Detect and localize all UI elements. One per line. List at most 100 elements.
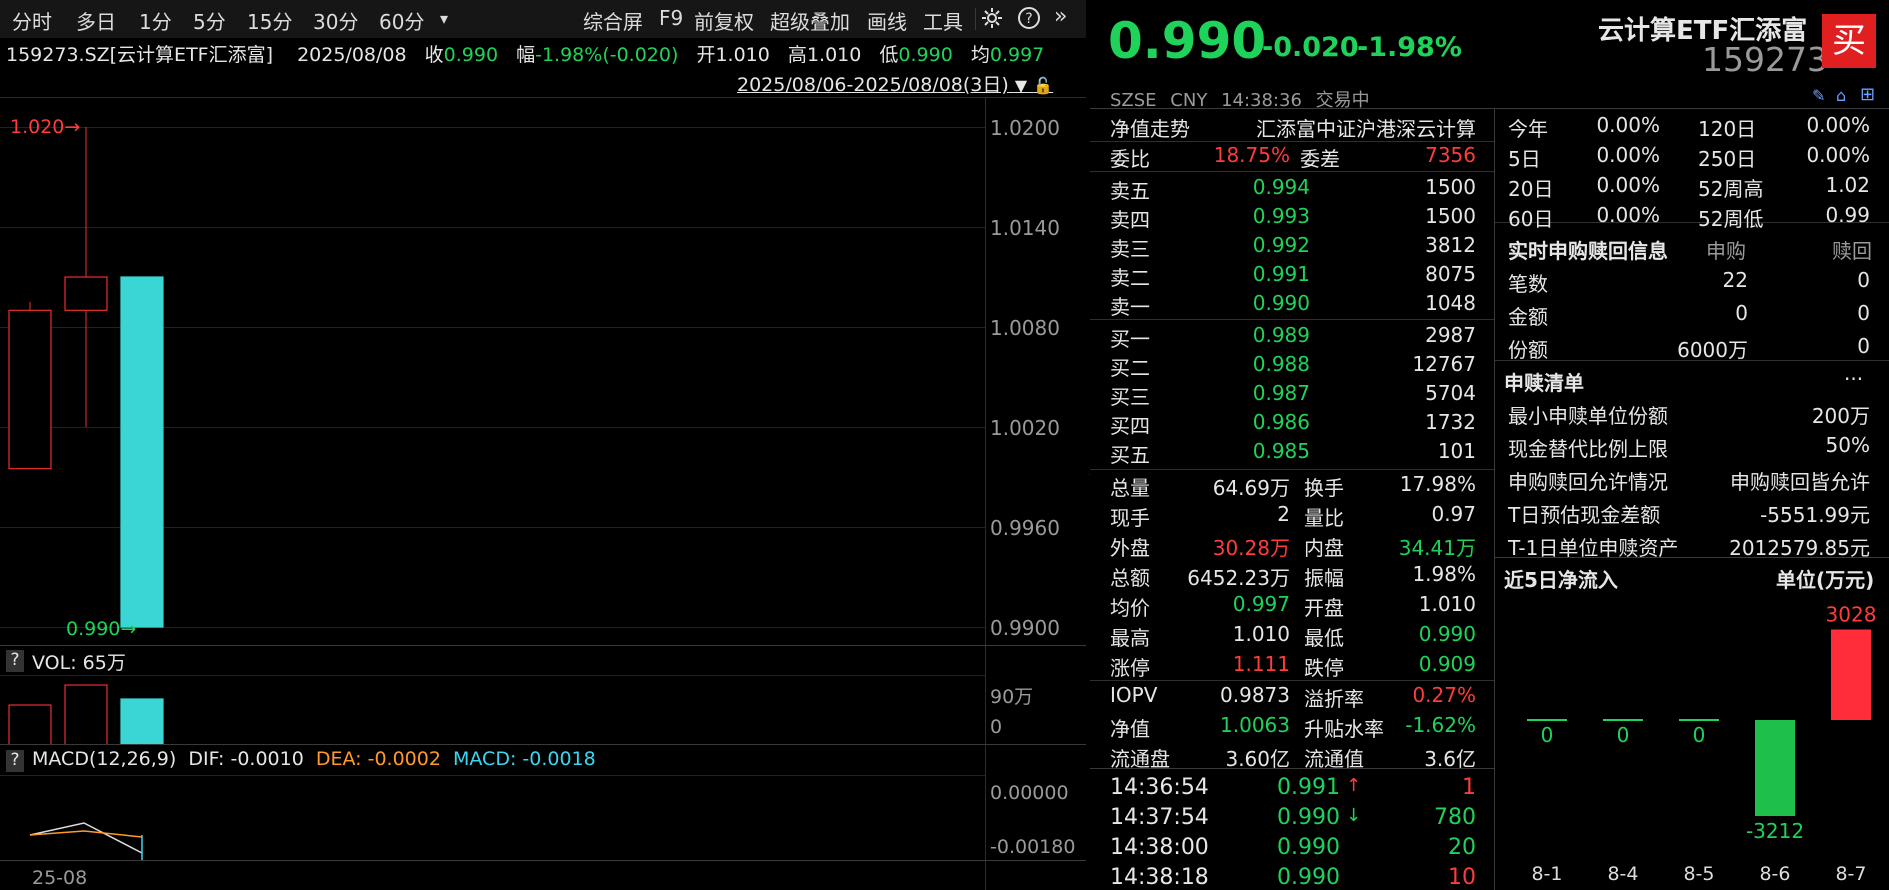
flow-value-label: 0	[1617, 723, 1630, 747]
stat-label: 现手	[1110, 506, 1150, 530]
tab-multiday[interactable]: 多日	[76, 6, 116, 35]
ask-volume: 1048	[1425, 291, 1476, 315]
edit-icon[interactable]: ✎	[1812, 86, 1825, 105]
gear-icon[interactable]	[980, 6, 1004, 35]
stat-value: 0.990	[1418, 622, 1476, 646]
creation-subscribe-value: 0	[1735, 301, 1748, 325]
tick-price: 0.990	[1277, 835, 1340, 860]
stat-label: 开盘	[1304, 596, 1344, 620]
vol-axis-bottom: 0	[990, 716, 1003, 738]
tick-time: 14:36:54	[1110, 775, 1209, 800]
ask-price[interactable]: 0.992	[1210, 233, 1310, 257]
high-marker-label: 1.020	[10, 116, 65, 138]
bid-volume: 12767	[1412, 352, 1476, 376]
pcf-row-label: 最小申赎单位份额	[1508, 404, 1668, 428]
composite-screen-button[interactable]: 综合屏	[583, 6, 643, 35]
bid-volume: 1732	[1425, 410, 1476, 434]
buy-button[interactable]: 买	[1822, 14, 1876, 68]
tab-15min[interactable]: 15分	[247, 6, 292, 35]
stat-value: 0.9873	[1220, 683, 1290, 707]
tick-time: 14:38:18	[1110, 865, 1209, 890]
ask-price[interactable]: 0.991	[1210, 262, 1310, 286]
stat-label: 总额	[1110, 566, 1150, 590]
f9-button[interactable]: F9	[659, 6, 683, 30]
creation-col-redeem: 赎回	[1832, 239, 1872, 263]
vol-axis-top: 90万	[990, 686, 1034, 708]
tab-intraday[interactable]: 分时	[12, 6, 52, 35]
tick-time: 14:37:54	[1110, 805, 1209, 830]
stat-label: 外盘	[1110, 536, 1150, 560]
ask-label: 卖一	[1110, 295, 1150, 319]
volume-bar	[8, 704, 52, 745]
svg-text:?: ?	[1025, 11, 1032, 27]
forward-adjust-button[interactable]: 前复权	[694, 6, 754, 35]
pcf-more-button[interactable]: ···	[1844, 367, 1863, 391]
macd-help-button[interactable]: ?	[6, 750, 24, 772]
tab-60min[interactable]: 60分	[379, 6, 424, 35]
chart-toolbar: 分时 多日 1分 5分 15分 30分 60分 ▾ 综合屏 F9 前复权 超级叠…	[0, 0, 1086, 39]
candle-body	[8, 309, 52, 470]
stat-label: 净值	[1110, 717, 1150, 741]
stat-value: 30.28万	[1212, 536, 1290, 560]
perf-label: 52周低	[1698, 207, 1764, 231]
draw-line-button[interactable]: 画线	[867, 6, 907, 35]
stat-value: 0.27%	[1412, 683, 1476, 707]
stat-value: 64.69万	[1212, 476, 1290, 500]
macd-dif-line	[29, 822, 143, 854]
last-price: 0.990	[1108, 12, 1267, 70]
creation-subscribe-value: 22	[1722, 268, 1748, 292]
add-icon[interactable]: ⊞	[1860, 84, 1875, 105]
volume-bar	[120, 698, 164, 745]
bid-price[interactable]: 0.989	[1210, 323, 1310, 347]
tab-30min[interactable]: 30分	[313, 6, 358, 35]
pcf-row-label: 现金替代比例上限	[1508, 437, 1668, 461]
lock-icon[interactable]: 🔓	[1033, 76, 1053, 95]
expand-icon[interactable]: »	[1054, 4, 1067, 29]
tab-1min[interactable]: 1分	[139, 6, 172, 35]
tools-button[interactable]: 工具	[923, 6, 963, 35]
help-icon[interactable]: ?	[1017, 6, 1041, 35]
ask-price[interactable]: 0.993	[1210, 204, 1310, 228]
candlestick-plot	[8, 127, 164, 628]
volume-bar	[64, 684, 108, 745]
tick-volume: 10	[1448, 865, 1476, 890]
triangle-down-icon[interactable]: ▼	[1015, 76, 1027, 95]
stat-label: 升贴水率	[1304, 717, 1384, 741]
ask-price[interactable]: 0.990	[1210, 291, 1310, 315]
stat-value: 3.6亿	[1424, 747, 1476, 771]
stat-value: 1.010	[1418, 592, 1476, 616]
stat-value: 6452.23万	[1187, 566, 1290, 590]
stat-label: 量比	[1304, 506, 1344, 530]
more-periods-dropdown[interactable]: ▾	[440, 9, 448, 28]
price-axis-label: 0.9960	[990, 516, 1060, 540]
flow-title: 近5日净流入	[1504, 568, 1618, 592]
pcf-title: 申赎清单	[1504, 371, 1584, 395]
tab-5min[interactable]: 5分	[193, 6, 226, 35]
bid-label: 买三	[1110, 385, 1150, 409]
bid-price[interactable]: 0.986	[1210, 410, 1310, 434]
tick-volume: 780	[1434, 805, 1476, 830]
pcf-row-value: 2012579.85元	[1729, 536, 1870, 560]
bid-price[interactable]: 0.985	[1210, 439, 1310, 463]
alert-icon[interactable]: ⌂	[1836, 86, 1846, 105]
perf-value: 0.99	[1825, 203, 1870, 227]
price-axis-label: 1.0140	[990, 216, 1060, 240]
pcf-row-value: 50%	[1825, 433, 1870, 457]
bid-price[interactable]: 0.987	[1210, 381, 1310, 405]
ask-price[interactable]: 0.994	[1210, 175, 1310, 199]
perf-label: 250日	[1698, 147, 1757, 171]
creation-redeem-value: 0	[1857, 268, 1870, 292]
bid-volume: 2987	[1425, 323, 1476, 347]
stat-value: 17.98%	[1399, 472, 1476, 496]
super-overlay-button[interactable]: 超级叠加	[770, 6, 850, 35]
nav-trend-link[interactable]: 净值走势	[1110, 113, 1190, 142]
macd-dea: DEA: -0.0002	[315, 748, 441, 770]
perf-label: 今年	[1508, 117, 1548, 141]
tick-time: 14:38:00	[1110, 835, 1209, 860]
bid-price[interactable]: 0.988	[1210, 352, 1310, 376]
creation-col-subscribe: 申购	[1706, 239, 1746, 263]
price-axis-label: 1.0200	[990, 116, 1060, 140]
vol-help-button[interactable]: ?	[6, 650, 24, 672]
pcf-row-label: T-1日单位申赎资产	[1508, 536, 1679, 560]
tick-price: 0.991	[1277, 775, 1340, 800]
